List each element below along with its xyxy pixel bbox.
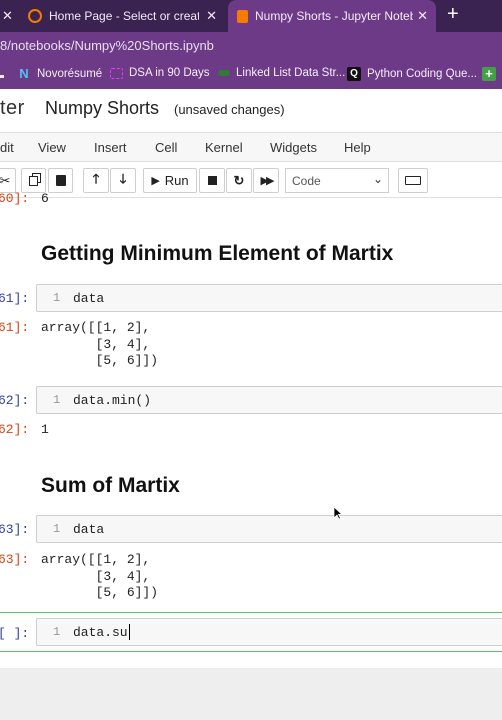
close-icon[interactable]: ✕ [206, 8, 217, 24]
pointer-arrow-icon [333, 506, 344, 520]
input-prompt: [ ]: [0, 626, 30, 641]
line-number: 1 [53, 625, 61, 639]
run-button[interactable]: ▶ Run [143, 168, 197, 193]
notebook-title[interactable]: Numpy Shorts [45, 98, 159, 119]
menu-widgets[interactable]: Widgets [270, 140, 317, 155]
paste-icon [55, 175, 66, 186]
url-text: 8/notebooks/Numpy%20Shorts.ipynb [0, 38, 214, 53]
bookmark-partial-icon [0, 75, 4, 78]
arrow-down-icon: 🡓 [119, 170, 127, 186]
cell-output: array([[1, 2], [3, 4], [5, 6]]) [41, 552, 159, 600]
output-prompt: 63]: [0, 552, 30, 567]
line-number: 1 [53, 393, 61, 407]
plus-bookmark-icon: + [482, 67, 496, 81]
close-icon[interactable]: ✕ [417, 8, 428, 24]
markdown-heading[interactable]: Getting Minimum Element of Martix [41, 242, 393, 266]
code-cell-input[interactable]: 1 data.min() [36, 386, 502, 414]
cell-output: 6 [41, 191, 49, 206]
jupyter-logo[interactable]: ter [0, 97, 25, 120]
code-cell-input[interactable]: 1 data.su [36, 618, 502, 646]
menu-bar: dit View Insert Cell Kernel Widgets Help [0, 132, 502, 162]
browser-tab-bar: ✕ Home Page - Select or create a n ✕ Num… [0, 0, 502, 32]
line-number: 1 [53, 291, 61, 305]
play-icon: ▶ [151, 175, 160, 187]
input-prompt: 63]: [0, 522, 30, 537]
markdown-heading[interactable]: Sum of Martix [41, 474, 180, 498]
selected-cell[interactable]: [ ]: 1 data.su [0, 612, 502, 652]
input-prompt: 62]: [0, 393, 30, 408]
tab-close-icon[interactable]: ✕ [2, 8, 13, 24]
code-text: data.su [73, 625, 128, 640]
arrow-up-icon: 🡑 [92, 170, 100, 186]
cell-output: 1 [41, 422, 49, 437]
bookmark-novoresume[interactable]: N Novorésumé [17, 67, 102, 81]
output-prompt: 61]: [0, 320, 30, 335]
bookmark-dsa[interactable]: DSA in 90 Days [110, 67, 210, 79]
novoresume-icon: N [19, 66, 29, 81]
tab-numpy-shorts[interactable]: Numpy Shorts - Jupyter Noteboo ✕ [228, 0, 436, 32]
notebook-icon [237, 9, 248, 23]
code-text: data [73, 291, 105, 306]
cell-type-value: Code [292, 174, 321, 188]
python-q-icon: Q [347, 67, 361, 81]
bookmarks-bar: N Novorésumé DSA in 90 Days Linked List … [0, 60, 502, 89]
menu-help[interactable]: Help [344, 140, 371, 155]
menu-kernel[interactable]: Kernel [205, 140, 243, 155]
menu-insert[interactable]: Insert [94, 140, 127, 155]
code-cell-input[interactable]: 1 data [36, 284, 502, 312]
bookmark-label: Linked List Data Str... [236, 67, 346, 79]
code-text: data.min() [73, 393, 152, 408]
page-background [0, 668, 502, 720]
line-number: 1 [53, 522, 61, 536]
save-status: (unsaved changes) [174, 102, 285, 117]
scissors-icon: ✂ [0, 172, 11, 188]
run-label: Run [164, 173, 189, 188]
address-bar[interactable]: 8/notebooks/Numpy%20Shorts.ipynb [0, 32, 502, 60]
tab-home-page[interactable]: Home Page - Select or create a n ✕ [20, 0, 225, 32]
tab-title: Home Page - Select or create a n [49, 9, 199, 23]
output-prompt: 60]: [0, 191, 30, 206]
input-prompt: 61]: [0, 291, 30, 306]
jupyter-icon [28, 9, 42, 23]
interrupt-button[interactable] [199, 168, 225, 193]
copy-icon [29, 175, 38, 186]
restart-run-all-button[interactable]: ▶▶ [253, 168, 279, 193]
cut-button[interactable]: ✂ [0, 168, 16, 193]
cell-output: array([[1, 2], [3, 4], [5, 6]]) [41, 320, 159, 368]
move-down-button[interactable]: 🡓 [110, 168, 136, 193]
bookmark-label: Python Coding Que... [367, 68, 477, 80]
linked-list-icon [218, 70, 230, 76]
tab-title: Numpy Shorts - Jupyter Noteboo [255, 9, 413, 23]
menu-view[interactable]: View [38, 140, 66, 155]
notebook-container: 60]: 6 Getting Minimum Element of Martix… [0, 191, 502, 668]
new-tab-button[interactable]: + [447, 3, 459, 26]
dsa-icon [110, 67, 123, 79]
bookmark-label: Novorésumé [37, 68, 103, 80]
fast-forward-icon: ▶▶ [260, 175, 275, 187]
restart-icon: ↻ [233, 172, 245, 188]
code-text: data [73, 522, 105, 537]
menu-edit[interactable]: dit [0, 140, 14, 155]
bookmark-python-coding[interactable]: Q Python Coding Que... [347, 67, 477, 81]
stop-icon [207, 176, 217, 185]
cell-type-select[interactable]: Code ⌄ [285, 168, 389, 193]
keyboard-icon [405, 176, 421, 185]
output-prompt: 62]: [0, 422, 30, 437]
bookmark-partial[interactable] [0, 67, 4, 78]
command-palette-button[interactable] [398, 168, 428, 193]
paste-button[interactable] [48, 168, 73, 193]
move-up-button[interactable]: 🡑 [83, 168, 109, 193]
jupyter-header: ter Numpy Shorts (unsaved changes) [0, 89, 502, 132]
bookmark-plus[interactable]: + [482, 67, 502, 81]
copy-button[interactable] [21, 168, 46, 193]
menu-cell[interactable]: Cell [155, 140, 177, 155]
bookmark-linked-list[interactable]: Linked List Data Str... [218, 67, 345, 79]
chevron-down-icon: ⌄ [372, 172, 383, 186]
bookmark-label: DSA in 90 Days [129, 67, 210, 79]
code-cell-input[interactable]: 1 data [36, 515, 502, 543]
notebook-toolbar: ✂ 🡑 🡓 ▶ Run ↻ ▶▶ Code ⌄ [0, 162, 502, 198]
restart-button[interactable]: ↻ [226, 168, 252, 193]
text-cursor [129, 624, 130, 640]
